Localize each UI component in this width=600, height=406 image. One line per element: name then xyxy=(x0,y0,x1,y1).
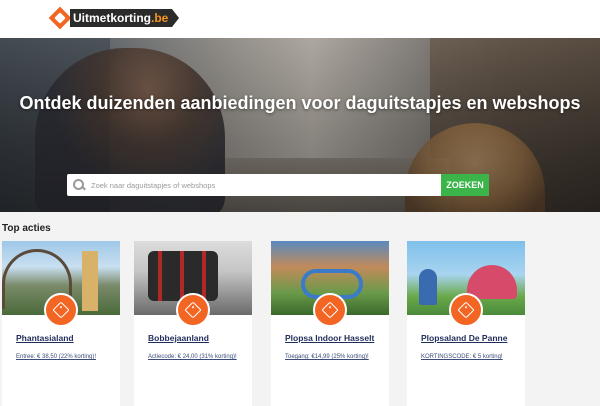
site-header: Uitmetkorting.be xyxy=(0,0,600,38)
hero-banner: Ontdek duizenden aanbiedingen voor dagui… xyxy=(0,38,600,212)
logo-name: Uitmetkorting xyxy=(73,11,151,25)
hero-title: Ontdek duizenden aanbiedingen voor dagui… xyxy=(19,93,581,113)
search-icon xyxy=(67,174,89,196)
card-deal-link[interactable]: Entree: € 38,50 (22% korting)! xyxy=(16,354,96,360)
deal-card-bobbejaanland[interactable]: Bobbejaanland Actiecode: € 24,00 (31% ko… xyxy=(134,241,252,406)
card-title-link[interactable]: Plopsaland De Panne xyxy=(421,333,507,343)
price-tag-icon xyxy=(313,293,347,327)
price-tag-icon xyxy=(44,293,78,327)
price-tag-icon xyxy=(449,293,483,327)
card-deal-link[interactable]: KORTINGSCODE: € 5 korting! xyxy=(421,354,503,360)
logo-diamond-icon xyxy=(48,6,72,30)
search-input[interactable] xyxy=(89,174,441,196)
card-title-link[interactable]: Plopsa Indoor Hasselt xyxy=(285,333,374,343)
logo-tld: .be xyxy=(151,11,169,25)
deal-card-phantasialand[interactable]: Phantasialand Entree: € 38,50 (22% korti… xyxy=(2,241,120,406)
search-bar: ZOEKEN xyxy=(67,174,489,196)
deal-card-plopsa-indoor-hasselt[interactable]: Plopsa Indoor Hasselt Toegang: €14,99 (2… xyxy=(271,241,389,406)
section-title: Top acties xyxy=(2,223,51,234)
site-logo[interactable]: Uitmetkorting.be xyxy=(48,6,180,30)
deal-card-plopsaland-de-panne[interactable]: Plopsaland De Panne KORTINGSCODE: € 5 ko… xyxy=(407,241,525,406)
logo-wordmark: Uitmetkorting.be xyxy=(70,9,173,27)
price-tag-icon xyxy=(176,293,210,327)
search-button[interactable]: ZOEKEN xyxy=(441,174,489,196)
card-deal-link[interactable]: Toegang: €14,99 (25% korting)! xyxy=(285,354,369,360)
card-title-link[interactable]: Phantasialand xyxy=(16,333,74,343)
card-title-link[interactable]: Bobbejaanland xyxy=(148,333,209,343)
card-deal-link[interactable]: Actiecode: € 24,00 (31% korting)! xyxy=(148,354,237,360)
logo-arrow-icon xyxy=(172,9,180,27)
